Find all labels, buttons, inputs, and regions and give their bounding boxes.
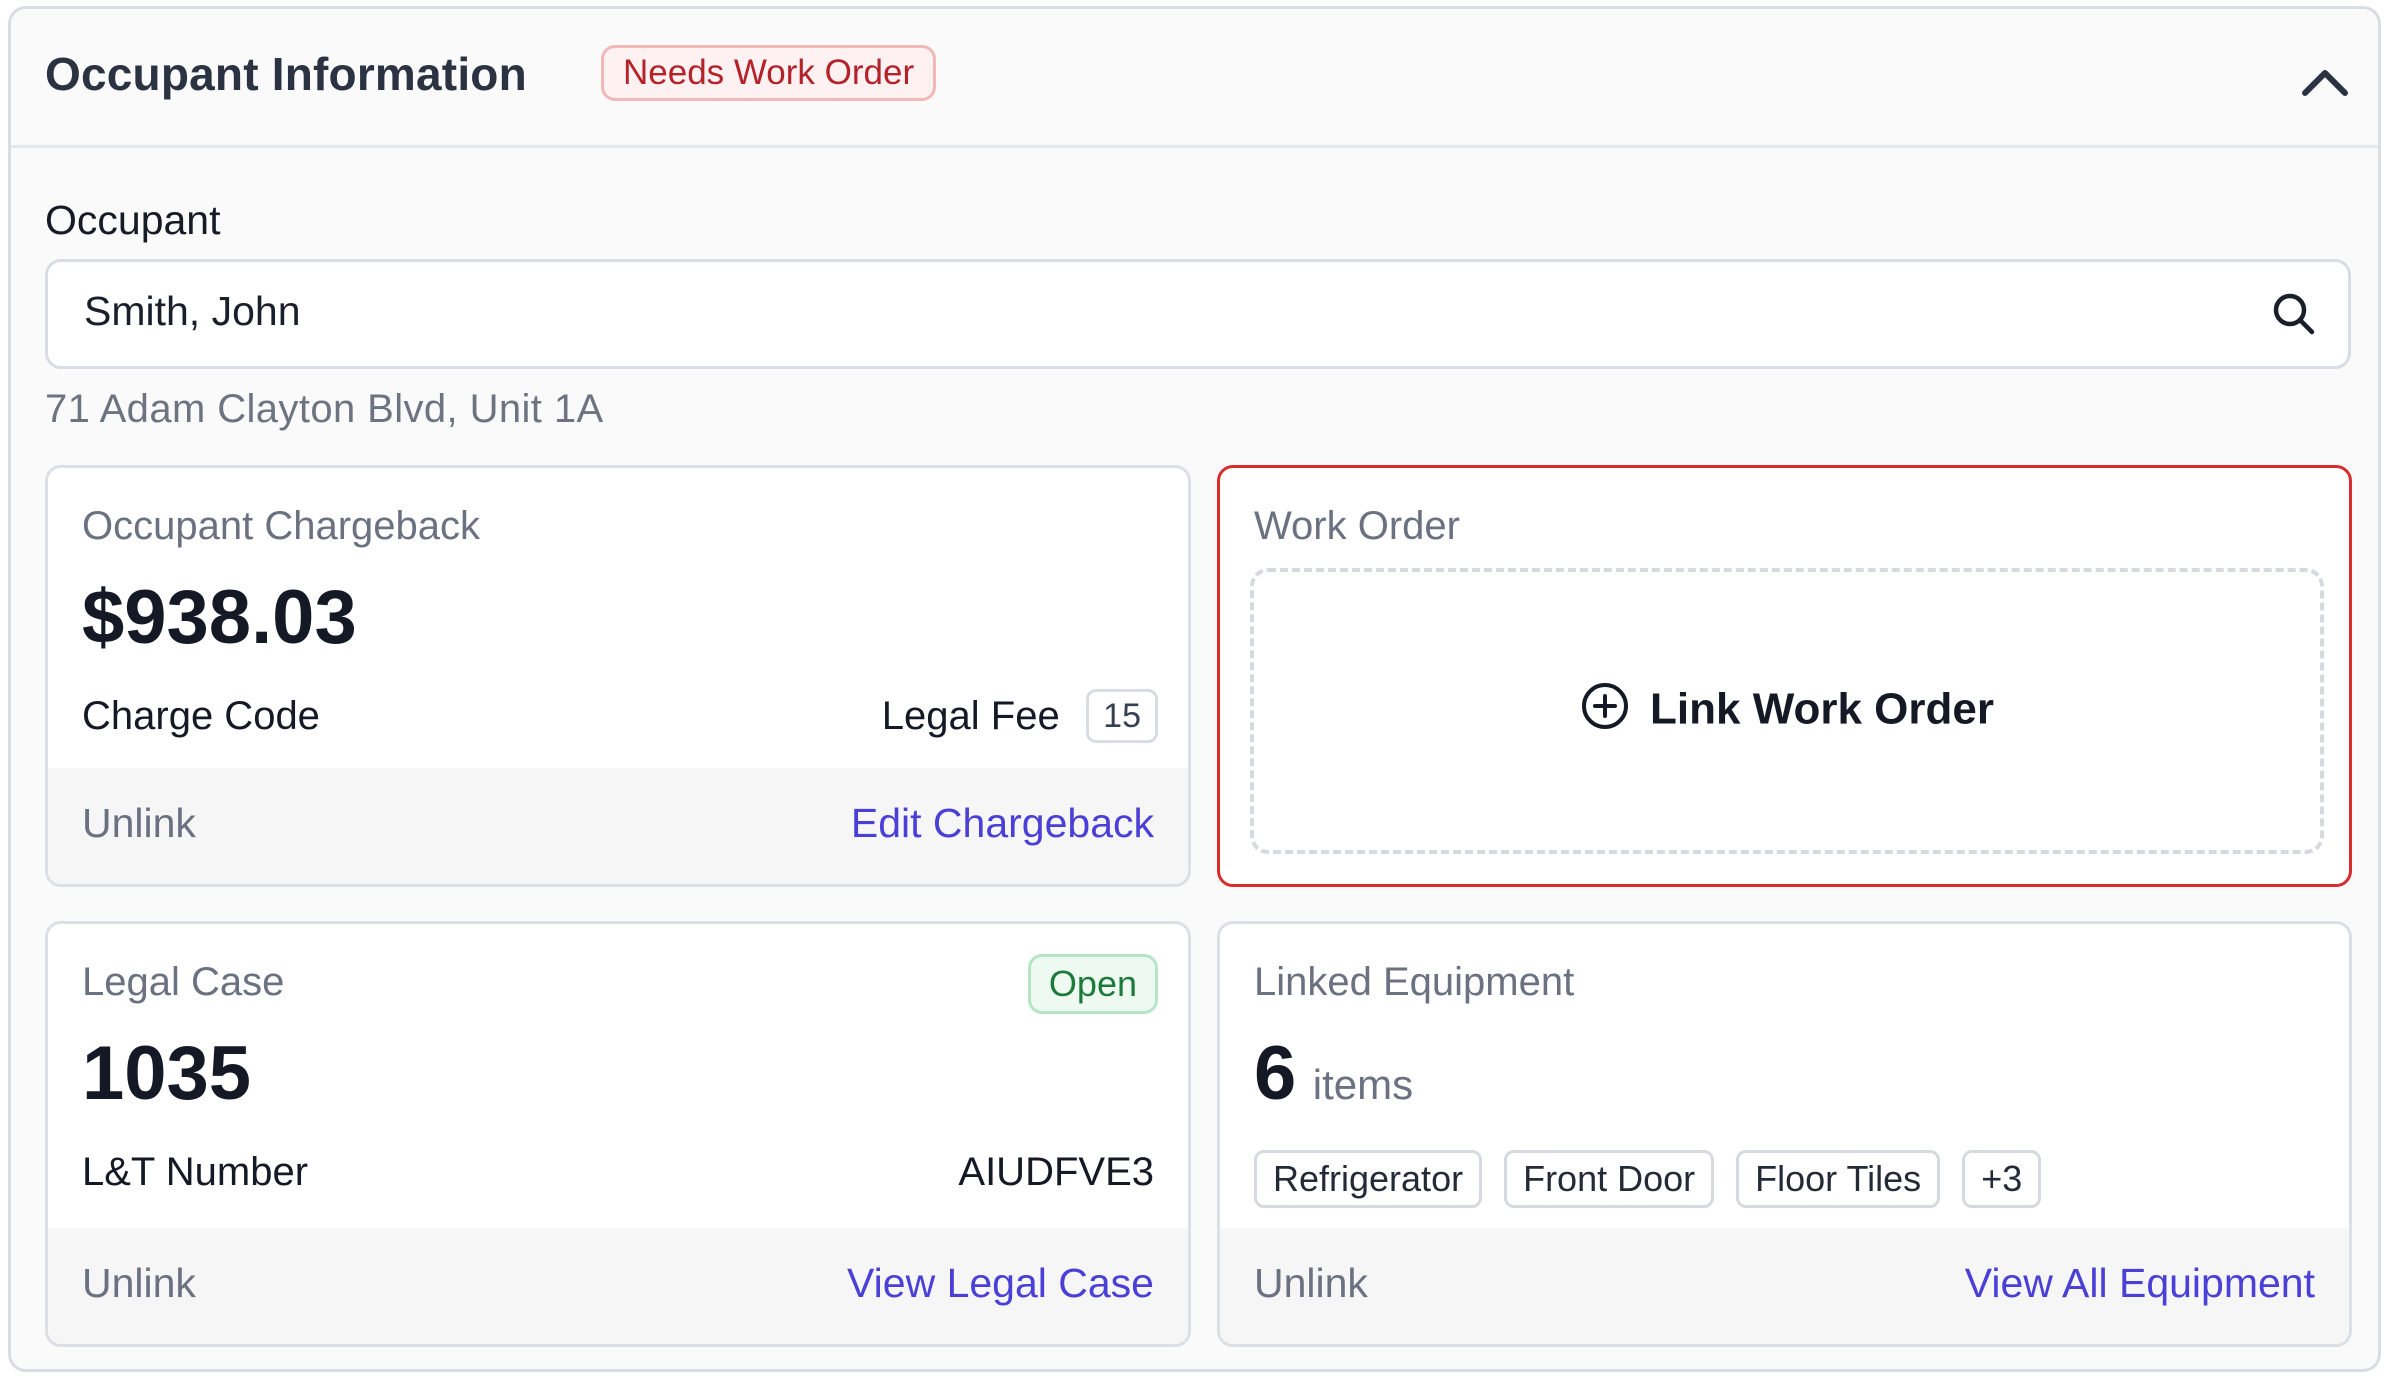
panel-header: Occupant Information Needs Work Order [11,9,2378,148]
charge-code-value-group: Legal Fee 15 [882,689,1158,743]
equipment-tag-list: Refrigerator Front Door Floor Tiles +3 [1254,1150,2063,1208]
charge-code-label: Charge Code [82,694,320,738]
more-equipment-tag[interactable]: +3 [1962,1150,2042,1208]
equipment-tag: Floor Tiles [1736,1150,1941,1208]
legal-case-title: Legal Case [82,960,285,1004]
needs-work-order-badge: Needs Work Order [601,45,937,101]
linked-equipment-card: Linked Equipment 6 items Refrigerator Fro… [1217,921,2352,1347]
work-order-title: Work Order [1254,504,1460,548]
edit-chargeback-link[interactable]: Edit Chargeback [851,800,1154,847]
equipment-count-group: 6 items [1254,1030,1413,1117]
charge-code-value: Legal Fee [881,693,1060,738]
link-work-order-label: Link Work Order [1650,684,1994,734]
link-work-order-button[interactable]: Link Work Order [1250,568,2324,854]
collapse-button[interactable] [2295,53,2355,113]
equipment-unlink-button[interactable]: Unlink [1254,1260,1368,1307]
equipment-count: 6 [1254,1031,1297,1116]
chargeback-unlink-button[interactable]: Unlink [82,800,196,847]
occupant-label: Occupant [45,197,221,243]
legal-case-unlink-button[interactable]: Unlink [82,1260,196,1307]
chargeback-amount: $938.03 [82,575,357,660]
occupant-search-field[interactable] [45,259,2351,369]
lt-number-label: L&T Number [82,1150,309,1194]
lt-number-value: AIUDFVE3 [958,1150,1154,1194]
chargeback-footer: Unlink Edit Chargeback [48,768,1188,884]
link-work-order-content: Link Work Order [1254,682,2320,734]
equipment-tag: Refrigerator [1254,1150,1483,1208]
occupant-address: 71 Adam Clayton Blvd, Unit 1A [45,387,604,431]
panel-title: Occupant Information [45,48,527,100]
view-legal-case-link[interactable]: View Legal Case [847,1260,1154,1307]
search-icon[interactable] [2268,288,2320,340]
equipment-tag: Front Door [1504,1150,1715,1208]
occupant-search-input[interactable] [84,288,2184,335]
chargeback-card: Occupant Chargeback $938.03 Charge Code … [45,465,1191,887]
work-order-card: Work Order Link Work Order [1217,465,2352,887]
charge-code-number: 15 [1086,689,1158,743]
occupant-information-panel: Occupant Information Needs Work Order Oc… [8,6,2381,1372]
legal-case-card: Legal Case Open 1035 L&T Number AIUDFVE3… [45,921,1191,1347]
linked-equipment-footer: Unlink View All Equipment [1220,1228,2349,1344]
legal-case-footer: Unlink View Legal Case [48,1228,1188,1344]
linked-equipment-title: Linked Equipment [1254,960,1575,1004]
equipment-count-unit: items [1312,1061,1414,1108]
legal-case-status-badge: Open [1027,954,1158,1014]
legal-case-number: 1035 [82,1031,252,1116]
plus-circle-icon [1582,683,1629,730]
chargeback-title: Occupant Chargeback [82,504,481,548]
chevron-up-icon [2302,70,2348,96]
view-all-equipment-link[interactable]: View All Equipment [1965,1260,2315,1307]
